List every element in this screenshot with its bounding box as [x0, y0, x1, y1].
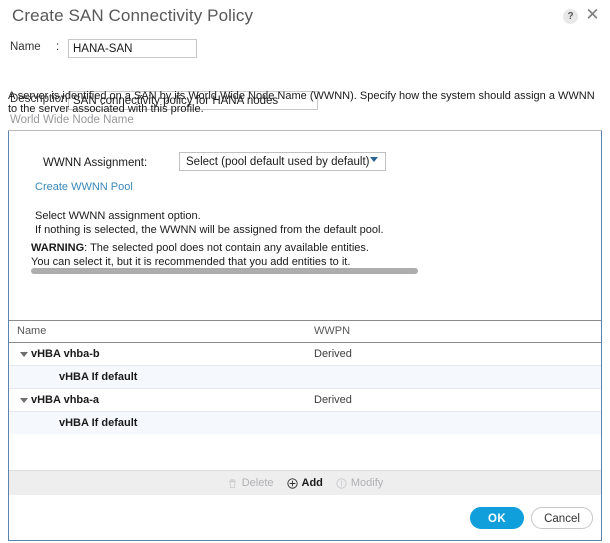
wwnn-assignment-select[interactable]: Select (pool default used by default): [179, 152, 386, 171]
close-icon[interactable]: ✕: [584, 7, 601, 24]
add-label: Add: [301, 477, 323, 489]
table-row[interactable]: vHBA If default: [9, 412, 601, 435]
chevron-down-icon: [370, 157, 378, 162]
table-toolbar: Delete Add Modify: [9, 470, 601, 495]
plus-circle-icon: [286, 477, 298, 489]
wwnn-hint-text: Select WWNN assignment option. If nothin…: [35, 209, 384, 237]
dialog-title: Create SAN Connectivity Policy: [12, 6, 254, 25]
name-separator: :: [56, 41, 60, 53]
wwnn-hint-line-1: Select WWNN assignment option.: [35, 210, 201, 222]
modify-button: Modify: [336, 477, 383, 489]
warning-body: : The selected pool does not contain any…: [84, 242, 369, 254]
wwnn-assignment-panel: WWNN Assignment: Select (pool default us…: [8, 131, 602, 320]
table-cell-name: vHBA If default: [59, 417, 138, 429]
name-label: Name: [10, 41, 41, 53]
create-wwnn-pool-link[interactable]: Create WWNN Pool: [35, 181, 133, 193]
add-button[interactable]: Add: [286, 477, 323, 489]
help-icon[interactable]: ?: [563, 9, 578, 24]
table-row[interactable]: vHBA vhba-b Derived: [9, 343, 601, 366]
table-cell-name: vHBA vhba-b: [31, 348, 100, 360]
trash-icon: [227, 478, 238, 489]
delete-label: Delete: [241, 477, 274, 489]
info-circle-icon: [336, 477, 347, 489]
modify-label: Modify: [350, 477, 384, 489]
section-label-world-wide-node-name: World Wide Node Name: [10, 114, 134, 126]
warning-label: WARNING: [31, 242, 85, 254]
table-cell-wwpn: Derived: [314, 394, 352, 406]
expand-collapse-icon[interactable]: [20, 398, 28, 403]
vhba-table: Name WWPN vHBA vhba-b Derived vHBA If de…: [8, 320, 602, 495]
wwnn-warning-line-1: WARNING: The selected pool does not cont…: [31, 241, 369, 255]
dialog-footer: OK Cancel: [8, 495, 602, 541]
table-header-row: Name WWPN: [9, 320, 601, 343]
delete-button: Delete: [227, 477, 274, 489]
table-cell-name: vHBA vhba-a: [31, 394, 100, 406]
wwnn-assignment-label: WWNN Assignment:: [43, 157, 148, 169]
expand-collapse-icon[interactable]: [20, 352, 28, 357]
name-input[interactable]: [68, 39, 197, 58]
column-header-name[interactable]: Name: [17, 325, 46, 337]
table-cell-wwpn: Derived: [314, 348, 352, 360]
horizontal-scrollbar[interactable]: [31, 268, 418, 274]
table-empty-area: [9, 434, 601, 458]
create-san-connectivity-policy-dialog: Create SAN Connectivity Policy ? ✕ Name …: [0, 0, 610, 543]
table-cell-name: vHBA If default: [59, 371, 138, 383]
wwnn-hint-line-2: If nothing is selected, the WWNN will be…: [35, 224, 384, 236]
wwnn-warning-text: WARNING: The selected pool does not cont…: [31, 241, 369, 269]
description-field-row: Description :: [0, 62, 610, 110]
name-field-row: Name :: [0, 36, 610, 62]
wwnn-explanation-text: A server is identified on a SAN by its W…: [8, 90, 595, 115]
table-row[interactable]: vHBA vhba-a Derived: [9, 389, 601, 412]
cancel-button[interactable]: Cancel: [531, 507, 593, 529]
ok-button[interactable]: OK: [470, 507, 524, 529]
column-header-wwpn[interactable]: WWPN: [314, 325, 350, 337]
dialog-titlebar: Create SAN Connectivity Policy ? ✕: [0, 0, 610, 36]
dialog-header-form: Name : Description : A server is identif…: [0, 36, 610, 131]
table-row[interactable]: vHBA If default: [9, 366, 601, 389]
wwnn-assignment-selected-value: Select (pool default used by default): [186, 156, 370, 168]
wwnn-warning-line-2: You can select it, but it is recommended…: [31, 256, 351, 268]
